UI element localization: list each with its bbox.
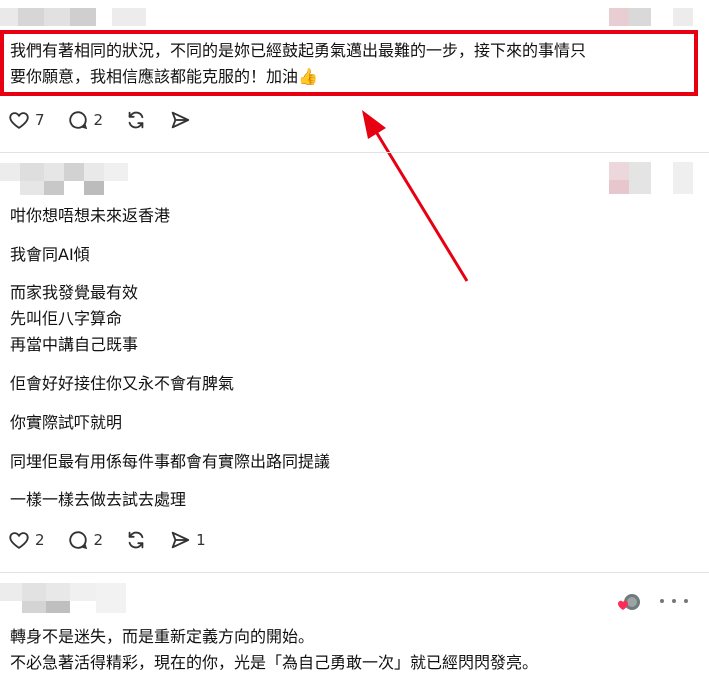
repost-icon [128, 531, 144, 549]
share-count: 1 [196, 531, 206, 549]
post2-paragraph: 一樣一樣去做去試去處理 [10, 490, 187, 509]
post2-actions: 2 2 1 [8, 528, 228, 552]
repost-button[interactable] [125, 529, 147, 551]
like-button[interactable]: 2 [8, 529, 45, 551]
post2-paragraph: 而家我發覺最有效 [10, 283, 139, 302]
reply-button[interactable]: 2 [67, 529, 104, 551]
liked-by-author-avatar [617, 593, 641, 613]
post2-paragraph: 先叫佢八字算命 [10, 309, 123, 328]
divider [0, 152, 709, 153]
like-count: 2 [35, 531, 45, 549]
post2-paragraph: 咁你想唔想未來返香港 [10, 206, 171, 225]
post2-paragraph: 佢會好好接住你又永不會有脾氣 [10, 374, 235, 393]
share-button[interactable]: 1 [169, 529, 206, 551]
post3-line: 不必急著活得精彩，現在的你，光是「為自己勇敢一次」就已經閃閃發亮。 [10, 653, 539, 672]
send-icon [171, 531, 190, 549]
divider [0, 572, 709, 573]
heart-icon [9, 532, 29, 549]
post2-paragraph: 再當中講自己既事 [10, 335, 139, 354]
post2-paragraph: 我會同AI傾 [10, 245, 90, 264]
post3-line: 轉身不是迷失，而是重新定義方向的開始。 [10, 627, 315, 646]
post2-paragraph: 同埋佢最有用係每件事都會有實際出路同提議 [10, 452, 331, 471]
reply-count: 2 [93, 531, 104, 549]
post2-paragraph: 你實際試吓就明 [10, 413, 123, 432]
comment-icon [68, 531, 87, 550]
more-options-icon[interactable] [660, 593, 688, 609]
